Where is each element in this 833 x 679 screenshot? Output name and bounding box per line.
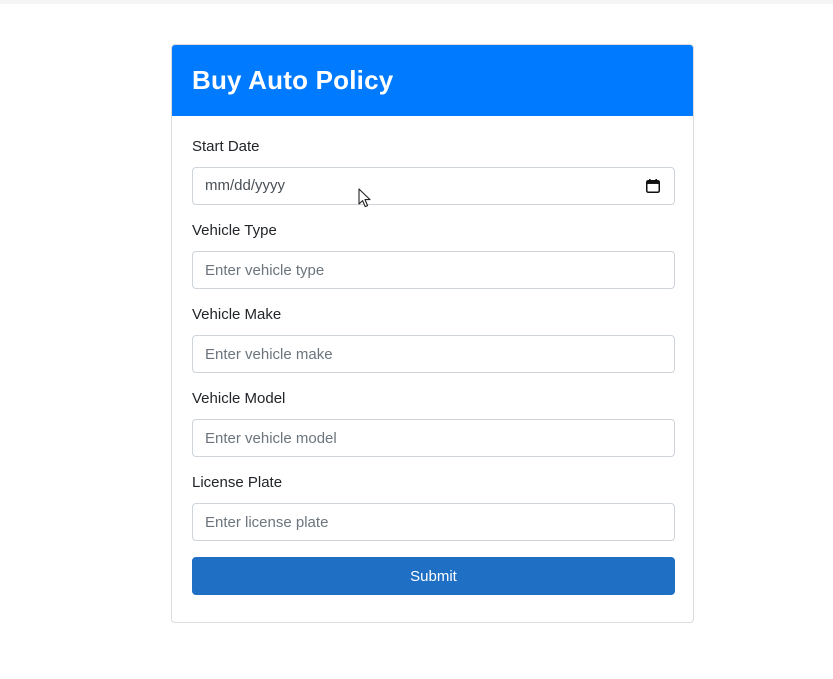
vehicle-model-input[interactable] xyxy=(192,419,675,457)
vehicle-make-group: Vehicle Make xyxy=(192,306,675,373)
start-date-wrapper: mm/dd/yyyy xyxy=(192,167,675,208)
vehicle-type-label: Vehicle Type xyxy=(192,222,277,239)
license-plate-label: License Plate xyxy=(192,474,283,491)
vehicle-model-label: Vehicle Model xyxy=(192,390,286,407)
card-header: Buy Auto Policy xyxy=(172,45,693,116)
start-date-label: Start Date xyxy=(192,138,260,155)
top-bar xyxy=(0,0,833,4)
submit-button[interactable]: Submit xyxy=(192,557,675,595)
vehicle-model-group: Vehicle Model xyxy=(192,390,675,457)
license-plate-group: License Plate xyxy=(192,474,675,541)
vehicle-make-input[interactable] xyxy=(192,335,675,373)
license-plate-input[interactable] xyxy=(192,503,675,541)
page-title: Buy Auto Policy xyxy=(192,65,394,95)
start-date-group: Start Date mm/dd/yyyy xyxy=(192,138,675,208)
vehicle-make-label: Vehicle Make xyxy=(192,306,282,323)
calendar-icon[interactable] xyxy=(646,179,660,193)
start-date-input[interactable] xyxy=(192,167,675,205)
mouse-cursor-icon xyxy=(358,188,371,208)
auto-policy-form: Start Date mm/dd/yyyy Vehicle Type Ve xyxy=(172,116,693,595)
vehicle-type-input[interactable] xyxy=(192,251,675,289)
vehicle-type-group: Vehicle Type xyxy=(192,222,675,289)
policy-form-card: Buy Auto Policy Start Date mm/dd/yyyy Ve… xyxy=(171,44,694,623)
